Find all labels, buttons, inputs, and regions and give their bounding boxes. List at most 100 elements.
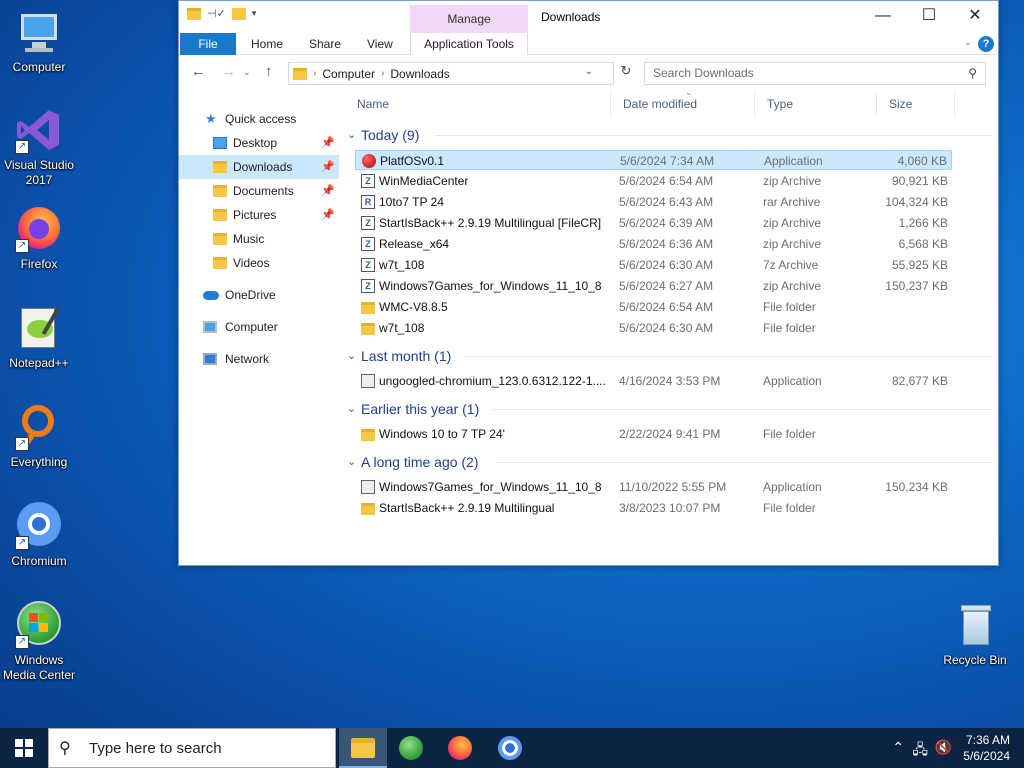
nav-item-onedrive[interactable]: OneDrive — [179, 283, 339, 307]
maximize-button[interactable]: ☐ — [906, 1, 952, 31]
table-row[interactable]: Z Windows7Games_for_Windows_11_10_8 5/6/… — [355, 276, 952, 296]
table-row[interactable]: StartIsBack++ 2.9.19 Multilingual 3/8/20… — [355, 498, 952, 518]
desktop-icon-label: Notepad++ — [9, 356, 69, 370]
pin-icon[interactable]: 📌 — [321, 203, 335, 227]
taskbar-firefox[interactable] — [436, 728, 484, 768]
desktop-icon-visual-studio[interactable]: ↗ Visual Studio 2017 — [0, 106, 78, 188]
desktop-icon-recycle-bin[interactable]: Recycle Bin — [936, 601, 1014, 668]
chevron-down-icon[interactable]: ⌄ — [585, 66, 593, 77]
desktop-icon-notepadpp[interactable]: Notepad++ — [0, 304, 78, 371]
quick-access-toolbar: ⊣✓ ▾ — [187, 7, 256, 20]
shortcut-arrow-icon: ↗ — [15, 437, 29, 451]
group-header[interactable]: ⌄ Last month (1) — [345, 345, 991, 367]
column-header-date[interactable]: Date modified — [611, 93, 755, 115]
location-folder-icon — [293, 67, 307, 80]
file-type: File folder — [763, 321, 816, 335]
breadcrumb-downloads[interactable]: Downloads — [390, 67, 449, 81]
taskbar-media-center[interactable] — [387, 728, 435, 768]
volume-muted-icon[interactable]: 🔇 — [935, 739, 952, 756]
clock-time: 7:36 AM — [965, 733, 1010, 747]
column-header-size[interactable]: Size — [877, 93, 955, 115]
file-type: 7z Archive — [763, 258, 819, 272]
nav-item-music[interactable]: Music — [179, 227, 339, 251]
breadcrumb-computer[interactable]: Computer — [322, 67, 375, 81]
table-row[interactable]: R 10to7 TP 24 5/6/2024 6:43 AM rar Archi… — [355, 192, 952, 212]
table-row[interactable]: WMC-V8.8.5 5/6/2024 6:54 AM File folder — [355, 297, 952, 317]
group-header[interactable]: ⌄ A long time ago (2) — [345, 451, 991, 473]
pin-icon[interactable]: 📌 — [321, 155, 335, 179]
tab-file[interactable]: File — [180, 33, 236, 55]
taskbar-search-input[interactable]: ⚲ Type here to search — [48, 728, 336, 768]
nav-item-quick-access[interactable]: ★ Quick access — [179, 107, 339, 131]
new-folder-icon[interactable] — [231, 7, 246, 20]
search-icon: ⚲ — [59, 740, 71, 757]
address-bar[interactable]: › Computer › Downloads ⌄ — [288, 62, 614, 85]
firefox-icon: ↗ — [15, 205, 63, 253]
chevron-down-icon[interactable]: ▾ — [252, 8, 257, 19]
tab-share[interactable]: Share — [295, 33, 355, 55]
media-center-icon: ↗ — [15, 601, 63, 649]
pin-icon[interactable]: 📌 — [321, 179, 335, 203]
pin-icon[interactable]: 📌 — [321, 131, 335, 155]
nav-item-desktop[interactable]: Desktop 📌 — [179, 131, 339, 155]
nav-item-computer[interactable]: Computer — [179, 315, 339, 339]
file-type: zip Archive — [763, 216, 822, 230]
desktop-icon-firefox[interactable]: ↗ Firefox — [0, 205, 78, 272]
nav-item-network[interactable]: Network — [179, 347, 339, 371]
recent-chevron-icon[interactable]: ⌄ — [243, 67, 251, 78]
table-row[interactable]: w7t_108 5/6/2024 6:30 AM File folder — [355, 318, 952, 338]
desktop-icon-media-center[interactable]: ↗ Windows Media Center — [0, 601, 78, 683]
tab-application-tools[interactable]: Application Tools — [410, 33, 528, 55]
system-clock[interactable]: 7:36 AM 5/6/2024 — [963, 732, 1010, 764]
close-button[interactable]: ✕ — [952, 1, 998, 31]
table-row[interactable]: ungoogled-chromium_123.0.6312.122-1.... … — [355, 371, 952, 391]
table-row[interactable]: Z StartIsBack++ 2.9.19 Multilingual [Fil… — [355, 213, 952, 233]
group-header[interactable]: ⌄ Today (9) — [345, 124, 991, 146]
search-input[interactable]: Search Downloads ⚲ — [644, 62, 986, 85]
file-date: 5/6/2024 6:54 AM — [619, 174, 714, 188]
firefox-icon — [448, 736, 472, 760]
desktop-icon-chromium[interactable]: ↗ Chromium — [0, 502, 78, 569]
desktop-folder-icon — [213, 137, 227, 149]
nav-item-label: OneDrive — [225, 288, 276, 302]
nav-item-videos[interactable]: Videos — [179, 251, 339, 275]
group-header[interactable]: ⌄ Earlier this year (1) — [345, 398, 991, 420]
taskbar-chromium[interactable] — [486, 728, 534, 768]
minimize-button[interactable]: — — [860, 1, 906, 31]
chevron-up-icon[interactable]: ⌃ — [892, 739, 904, 756]
window-title: Downloads — [541, 10, 601, 24]
column-header-type[interactable]: Type — [755, 93, 877, 115]
properties-icon[interactable]: ⊣✓ — [207, 7, 226, 20]
table-row[interactable]: Z WinMediaCenter 5/6/2024 6:54 AM zip Ar… — [355, 171, 952, 191]
forward-arrow-icon[interactable]: → — [221, 63, 236, 80]
start-button[interactable] — [0, 728, 48, 768]
taskbar-file-explorer[interactable] — [339, 728, 387, 768]
ribbon-expand-icon[interactable]: ⌄ — [964, 37, 972, 48]
back-arrow-icon[interactable]: ← — [191, 63, 206, 80]
refresh-icon[interactable]: ↻ — [617, 63, 635, 85]
nav-item-downloads[interactable]: Downloads 📌 — [179, 155, 339, 179]
file-name: w7t_108 — [379, 258, 425, 272]
desktop-icon-everything[interactable]: ↗ Everything — [0, 403, 78, 470]
up-arrow-icon[interactable]: ↑ — [265, 63, 273, 80]
column-header-name[interactable]: Name — [345, 93, 611, 115]
table-row[interactable]: Windows 10 to 7 TP 24' 2/22/2024 9:41 PM… — [355, 424, 952, 444]
shortcut-arrow-icon: ↗ — [15, 140, 29, 154]
network-icon[interactable]: 🖧 — [912, 739, 928, 763]
folder-icon[interactable] — [187, 7, 201, 20]
table-row[interactable]: Z w7t_108 5/6/2024 6:30 AM 7z Archive 55… — [355, 255, 952, 275]
chevron-down-icon: ⌄ — [347, 129, 357, 141]
tab-home[interactable]: Home — [237, 33, 297, 55]
tab-view[interactable]: View — [353, 33, 407, 55]
application-icon — [361, 480, 375, 494]
desktop-icon-computer[interactable]: Computer — [0, 8, 78, 75]
desktop-icon-label: Everything — [10, 455, 68, 469]
table-row[interactable]: Z Release_x64 5/6/2024 6:36 AM zip Archi… — [355, 234, 952, 254]
file-name: 10to7 TP 24 — [379, 195, 444, 209]
ribbon-tabs: File Home Share View Application Tools ⌄… — [179, 33, 998, 55]
nav-item-pictures[interactable]: Pictures 📌 — [179, 203, 339, 227]
help-icon[interactable]: ? — [978, 36, 994, 52]
table-row[interactable]: Windows7Games_for_Windows_11_10_8 11/10/… — [355, 477, 952, 497]
table-row[interactable]: PlatfOSv0.1 5/6/2024 7:34 AM Application… — [355, 150, 952, 170]
nav-item-documents[interactable]: Documents 📌 — [179, 179, 339, 203]
